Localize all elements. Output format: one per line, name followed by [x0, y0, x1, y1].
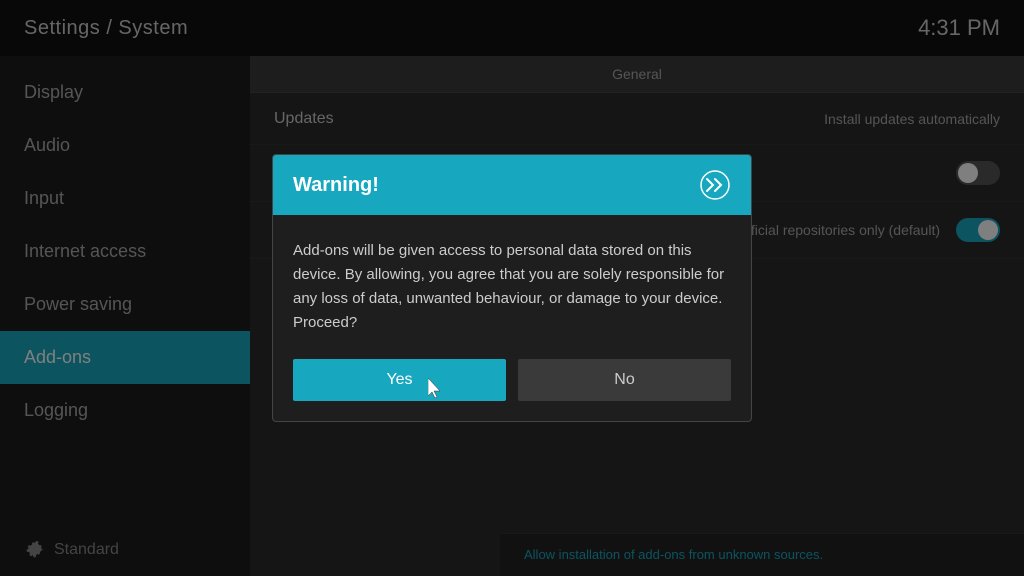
dialog-header: Warning! — [273, 155, 751, 215]
yes-button[interactable]: Yes — [293, 359, 506, 401]
dialog-body: Add-ons will be given access to personal… — [273, 215, 751, 359]
no-button[interactable]: No — [518, 359, 731, 401]
warning-dialog: Warning! Add-ons will be given access to… — [272, 154, 752, 422]
kodi-icon — [699, 169, 731, 201]
dialog-buttons: Yes No — [273, 359, 751, 421]
dialog-title: Warning! — [293, 174, 379, 197]
